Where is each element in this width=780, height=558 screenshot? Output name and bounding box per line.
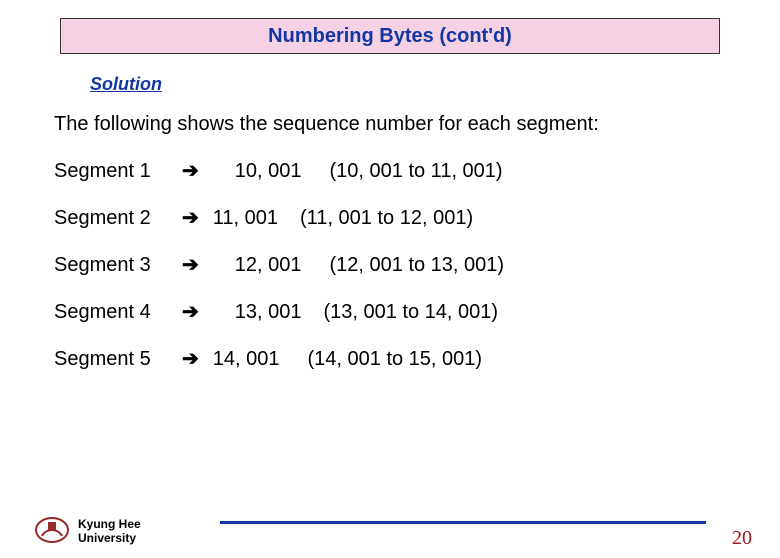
- arrow-icon: ➔: [182, 252, 199, 277]
- university-line2: University: [78, 532, 141, 546]
- segment-row: Segment 4➔ 13, 001 (13, 001 to 14, 001): [54, 299, 780, 324]
- segment-range: (11, 001 to 12, 001): [300, 207, 473, 230]
- intro-text: The following shows the sequence number …: [54, 113, 780, 136]
- slide-title: Numbering Bytes (cont'd): [268, 25, 512, 48]
- segment-row: Segment 5➔ 14, 001 (14, 001 to 15, 001): [54, 346, 780, 371]
- arrow-icon: ➔: [182, 158, 199, 183]
- university-name: Kyung Hee University: [78, 518, 141, 546]
- segment-name: Segment 4: [54, 301, 182, 324]
- segment-sequence: 14, 001: [213, 348, 280, 371]
- segment-name: Segment 1: [54, 160, 182, 183]
- segment-sequence: 13, 001: [235, 301, 302, 324]
- footer: Kyung Hee University 20: [0, 502, 780, 558]
- solution-heading: Solution: [90, 74, 780, 95]
- segment-range: (10, 001 to 11, 001): [330, 160, 503, 183]
- page-number: 20: [732, 527, 752, 550]
- segment-row: Segment 1➔ 10, 001 (10, 001 to 11, 001): [54, 158, 780, 183]
- segment-sequence: 12, 001: [235, 254, 302, 277]
- segment-range: (13, 001 to 14, 001): [324, 301, 499, 324]
- university-line1: Kyung Hee: [78, 518, 141, 532]
- segment-sequence: 11, 001: [213, 207, 278, 230]
- title-bar: Numbering Bytes (cont'd): [60, 18, 720, 54]
- segment-range: (14, 001 to 15, 001): [308, 348, 483, 371]
- arrow-icon: ➔: [182, 205, 199, 230]
- segment-name: Segment 5: [54, 348, 182, 371]
- segment-list: Segment 1➔10, 001(10, 001 to 11, 001)Seg…: [54, 158, 780, 371]
- segment-name: Segment 2: [54, 207, 182, 230]
- arrow-icon: ➔: [182, 346, 199, 371]
- segment-name: Segment 3: [54, 254, 182, 277]
- segment-row: Segment 2➔ 11, 001 (11, 001 to 12, 001): [54, 205, 780, 230]
- segment-range: (12, 001 to 13, 001): [330, 254, 505, 277]
- footer-divider: [220, 521, 706, 524]
- segment-sequence: 10, 001: [235, 160, 302, 183]
- segment-row: Segment 3➔ 12, 001 (12, 001 to 13, 001): [54, 252, 780, 277]
- arrow-icon: ➔: [182, 299, 199, 324]
